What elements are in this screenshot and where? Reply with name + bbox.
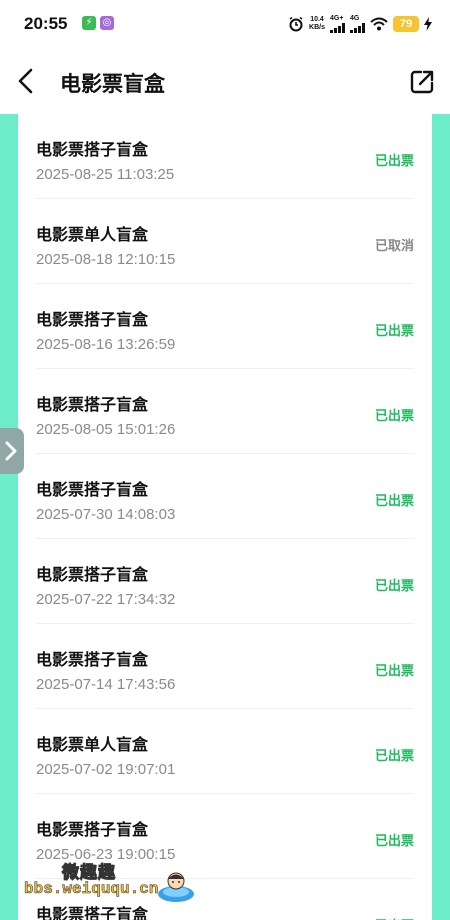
charging-app-icon: ⚡ xyxy=(82,16,96,30)
order-status-badge: 已取消 xyxy=(374,238,414,253)
order-time: 2025-08-25 11:03:25 xyxy=(36,166,175,183)
order-status-badge: 已出票 xyxy=(374,493,414,508)
order-status-badge: 已出票 xyxy=(374,833,414,848)
order-title: 电影票单人盲盒 xyxy=(36,737,149,754)
status-time: 20:55 xyxy=(24,14,68,33)
order-time: 2025-07-30 14:08:03 xyxy=(36,506,176,523)
watermark-logo-icon xyxy=(158,872,194,902)
order-list[interactable]: 电影票搭子盲盒 2025-08-25 11:03:25 已出票 电影票单人盲盒 2025… xyxy=(18,114,432,920)
order-status-badge: 已出票 xyxy=(374,323,414,338)
signal-4g: 4G xyxy=(350,15,365,33)
signal-bars-icon xyxy=(350,23,365,33)
order-list-item[interactable]: 电影票搭子盲盒 2025-07-22 17:34:32 已出票 xyxy=(36,539,414,624)
order-title: 电影票搭子盲盒 xyxy=(36,397,149,414)
wifi-icon xyxy=(370,17,388,31)
watermark-url: bbs.weiququ.cn xyxy=(24,880,159,899)
order-status-badge: 已出票 xyxy=(374,408,414,423)
order-list-item[interactable]: 电影票搭子盲盒 2025-08-05 15:01:26 已出票 xyxy=(36,369,414,454)
network-speed-value: 10.4 xyxy=(310,16,324,23)
signal-bars-icon xyxy=(330,23,345,33)
network-speed-unit: KB/s xyxy=(309,24,325,31)
status-bar: 20:55 ⚡ ◎ 10.4 KB/s 4G+ 4G 79 xyxy=(0,0,450,48)
signal-4gplus: 4G+ xyxy=(330,15,345,33)
chevron-right-icon xyxy=(5,441,17,461)
order-time: 2025-07-14 17:43:56 xyxy=(36,676,176,693)
app-header: 电影票盲盒 xyxy=(0,48,450,114)
watermark: 微趣趣 bbs.weiququ.cn xyxy=(4,840,204,910)
status-indicators: 10.4 KB/s 4G+ 4G 79 xyxy=(288,13,432,35)
charging-bolt-icon xyxy=(424,17,432,31)
side-drawer-handle[interactable] xyxy=(0,428,24,474)
order-time: 2025-07-02 19:07:01 xyxy=(36,761,176,778)
order-time: 2025-08-05 15:01:26 xyxy=(36,421,176,438)
battery-icon: 79 xyxy=(393,16,419,32)
order-time: 2025-07-22 17:34:32 xyxy=(36,591,176,608)
order-list-item[interactable]: 电影票搭子盲盒 2025-07-30 14:08:03 已出票 xyxy=(36,454,414,539)
network-speed: 10.4 KB/s xyxy=(309,16,325,32)
order-time: 2025-08-18 12:10:15 xyxy=(36,251,176,268)
order-time: 2025-08-16 13:26:59 xyxy=(36,336,176,353)
order-list-item[interactable]: 电影票搭子盲盒 2025-08-16 13:26:59 已出票 xyxy=(36,284,414,369)
order-list-item[interactable]: 电影票搭子盲盒 2025-08-25 11:03:25 已出票 xyxy=(36,114,414,199)
app-notification-icon: ◎ xyxy=(100,16,114,30)
chevron-left-icon xyxy=(18,68,33,94)
order-title: 电影票搭子盲盒 xyxy=(36,567,149,584)
order-status-badge: 已出票 xyxy=(374,578,414,593)
order-title: 电影票搭子盲盒 xyxy=(36,312,149,329)
order-list-item[interactable]: 电影票单人盲盒 2025-07-02 19:07:01 已出票 xyxy=(36,709,414,794)
order-title: 电影票搭子盲盒 xyxy=(36,822,149,839)
order-status-badge: 已出票 xyxy=(374,748,414,763)
order-status-badge: 已出票 xyxy=(374,153,414,168)
order-list-item[interactable]: 电影票搭子盲盒 2025-07-14 17:43:56 已出票 xyxy=(36,624,414,709)
signal-2-label: 4G xyxy=(350,15,360,22)
signal-1-label: 4G+ xyxy=(330,15,344,22)
back-button[interactable] xyxy=(12,64,42,98)
order-title: 电影票搭子盲盒 xyxy=(36,652,149,669)
page-title: 电影票盲盒 xyxy=(60,73,165,96)
order-title: 电影票搭子盲盒 xyxy=(36,482,149,499)
order-title: 电影票搭子盲盒 xyxy=(36,142,149,159)
order-title: 电影票单人盲盒 xyxy=(36,227,149,244)
share-icon xyxy=(410,70,434,94)
order-status-badge: 已出票 xyxy=(374,663,414,678)
alarm-icon xyxy=(289,16,303,32)
share-button[interactable] xyxy=(408,68,436,96)
order-list-item[interactable]: 电影票单人盲盒 2025-08-18 12:10:15 已取消 xyxy=(36,199,414,284)
order-status-badge: 已出票 xyxy=(375,915,414,920)
